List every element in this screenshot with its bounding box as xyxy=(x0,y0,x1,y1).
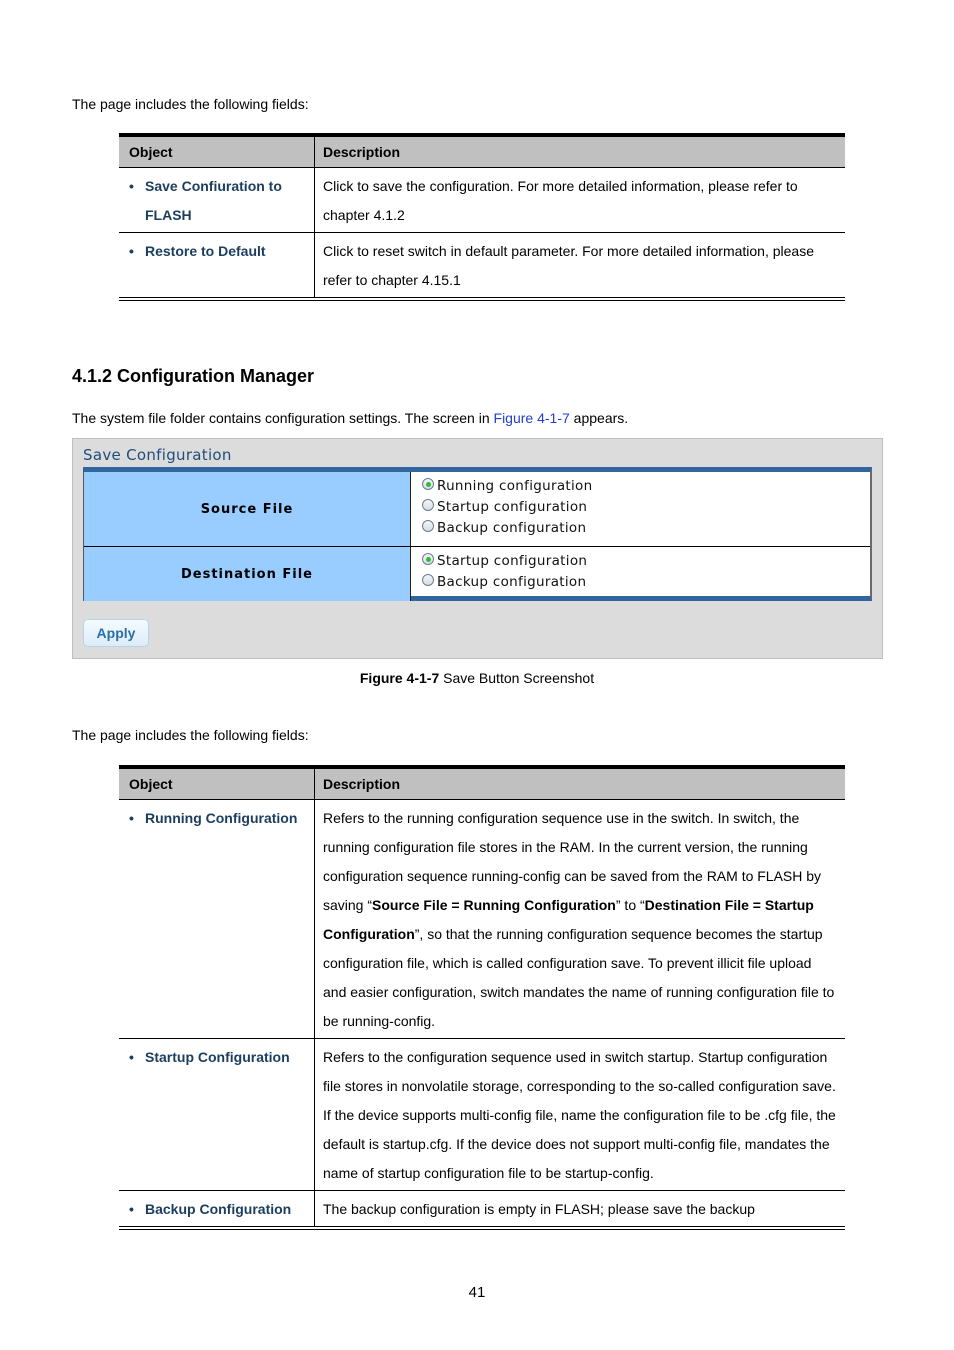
panel-title: Save Configuration xyxy=(83,446,232,464)
bullet-icon: • xyxy=(129,1201,134,1217)
source-file-row: Source File Running configuration Startup… xyxy=(84,472,870,547)
apply-button[interactable]: Apply xyxy=(83,619,149,647)
header-object: Object xyxy=(119,136,315,168)
figure-link[interactable]: Figure 4-1-7 xyxy=(494,410,570,426)
object-description: Refers to the configuration sequence use… xyxy=(314,1038,845,1191)
fields-table-2: Object Description • Running Configuratio… xyxy=(119,765,845,1230)
header-description: Description xyxy=(314,136,845,168)
figure-caption: Figure 4-1-7 Save Button Screenshot xyxy=(359,670,595,686)
table-header-row: Object Description xyxy=(119,768,845,800)
radio-label: Startup configuration xyxy=(437,498,588,515)
bullet-icon: • xyxy=(129,243,134,259)
object-description: Click to reset switch in default paramet… xyxy=(314,232,845,301)
page-number: 41 xyxy=(468,1284,486,1301)
configuration-form: Source File Running configuration Startup… xyxy=(83,467,872,601)
radio-option[interactable]: Startup configuration xyxy=(422,496,870,517)
radio-option[interactable]: Running configuration xyxy=(422,475,870,496)
radio-label: Backup configuration xyxy=(437,573,587,590)
object-name: • Restore to Default xyxy=(129,237,306,266)
fields-table-1: Object Description • Save Confiuration to… xyxy=(119,133,845,301)
radio-option[interactable]: Startup configuration xyxy=(422,550,870,571)
bullet-icon: • xyxy=(129,178,134,194)
radio-selected-icon[interactable] xyxy=(422,478,434,490)
radio-label: Startup configuration xyxy=(437,552,588,569)
radio-unselected-icon[interactable] xyxy=(422,520,434,532)
destination-file-label: Destination File xyxy=(84,547,411,601)
object-name: • Startup Configuration xyxy=(129,1043,306,1072)
object-description: The backup configuration is empty in FLA… xyxy=(314,1190,845,1230)
radio-option[interactable]: Backup configuration xyxy=(422,571,870,592)
intro-text: The page includes the following fields: xyxy=(72,727,309,743)
destination-file-row: Destination File Startup configuration Ba… xyxy=(84,547,870,601)
table-header-row: Object Description xyxy=(119,136,845,168)
radio-label: Running configuration xyxy=(437,477,593,494)
object-description: Refers to the running configuration sequ… xyxy=(314,799,845,1039)
save-configuration-panel: Save Configuration Source File Running c… xyxy=(72,438,883,659)
source-file-options: Running configuration Startup configurati… xyxy=(411,472,870,546)
radio-unselected-icon[interactable] xyxy=(422,574,434,586)
table-row: • Save Confiuration to FLASH Click to sav… xyxy=(119,167,845,233)
radio-option[interactable]: Backup configuration xyxy=(422,517,870,538)
table-row: • Startup Configuration Refers to the conf… xyxy=(119,1038,845,1191)
table-row: • Restore to Default Click to reset switc… xyxy=(119,232,845,301)
object-name: • Backup Configuration xyxy=(129,1195,306,1224)
radio-unselected-icon[interactable] xyxy=(422,499,434,511)
header-object: Object xyxy=(119,768,315,800)
bullet-icon: • xyxy=(129,810,134,826)
object-name: • Save Confiuration to FLASH xyxy=(129,172,306,230)
object-description: Click to save the configuration. For mor… xyxy=(314,167,845,233)
intro-text: The page includes the following fields: xyxy=(72,96,309,112)
section-heading: 4.1.2 Configuration Manager xyxy=(72,366,315,386)
object-name: • Running Configuration xyxy=(129,804,306,833)
radio-label: Backup configuration xyxy=(437,519,587,536)
bullet-icon: • xyxy=(129,1049,134,1065)
destination-file-options: Startup configuration Backup configuratio… xyxy=(411,547,870,601)
header-description: Description xyxy=(314,768,845,800)
source-file-label: Source File xyxy=(84,472,411,546)
table-row: • Running Configuration Refers to the runn… xyxy=(119,799,845,1039)
table-row: • Backup Configuration The backup configur… xyxy=(119,1190,845,1230)
section-intro: The system file folder contains configur… xyxy=(72,410,629,426)
radio-selected-icon[interactable] xyxy=(422,553,434,565)
